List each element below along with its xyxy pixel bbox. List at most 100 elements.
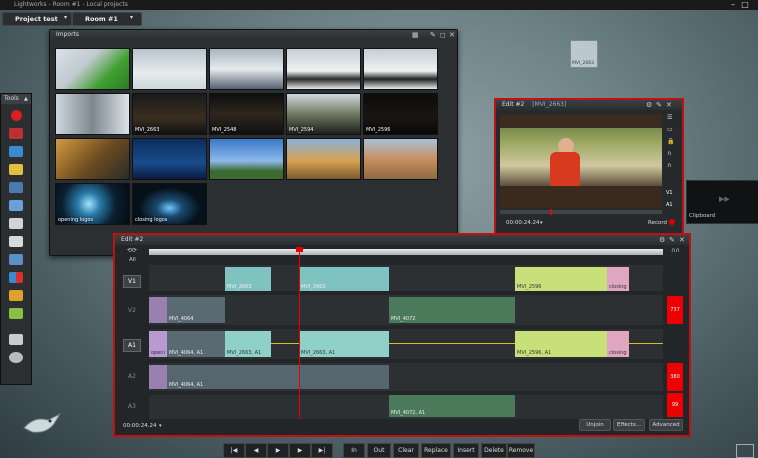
- track-v1-toggle[interactable]: V1: [666, 190, 673, 196]
- track-end-badge-a2[interactable]: 380: [667, 363, 683, 391]
- minimize-icon[interactable]: –: [728, 0, 738, 10]
- timeline-clip[interactable]: MVI_2596: [515, 267, 607, 291]
- insert-button[interactable]: Insert: [453, 443, 479, 458]
- home-tool-icon[interactable]: [9, 334, 23, 345]
- timeline-ruler[interactable]: [149, 249, 663, 255]
- replace-button[interactable]: Replace: [421, 443, 451, 458]
- effects-tool-icon[interactable]: [9, 272, 23, 283]
- zoom-icon[interactable]: ∩∩: [671, 247, 680, 254]
- track-end-badge-v2[interactable]: 737: [667, 296, 683, 324]
- pin-icon[interactable]: ✎: [656, 100, 662, 110]
- lock-icon[interactable]: 🔒: [667, 138, 674, 145]
- timeline-clip[interactable]: MVI_4064, A1: [167, 331, 225, 357]
- viewer-playhead[interactable]: [550, 209, 552, 215]
- clip-thumbnail[interactable]: [286, 138, 361, 180]
- clip-thumbnail[interactable]: MVI_2548: [209, 93, 284, 135]
- mark-in-button[interactable]: In: [343, 443, 365, 458]
- track-header-a2[interactable]: A2: [115, 367, 149, 397]
- timeline-clip[interactable]: MVI_2663: [299, 267, 389, 291]
- monitor-icon[interactable]: ▭: [667, 126, 673, 133]
- track-end-badge-a3[interactable]: 99: [667, 393, 683, 417]
- clip-thumbnail[interactable]: [363, 48, 438, 90]
- folder-tool-icon[interactable]: [9, 164, 23, 175]
- grid-tool-icon[interactable]: [9, 146, 23, 157]
- timeline-clip[interactable]: [149, 365, 167, 389]
- unjoin-button[interactable]: Unjoin: [579, 419, 611, 431]
- maximize-icon[interactable]: □: [740, 0, 750, 10]
- monitor-icon[interactable]: [736, 444, 754, 458]
- chevron-down-icon[interactable]: ▾: [64, 14, 67, 21]
- clip-thumbnail[interactable]: [55, 48, 130, 90]
- effects-button[interactable]: Effects...: [613, 419, 645, 431]
- record-icon[interactable]: [669, 219, 675, 225]
- timeline-clip[interactable]: MVI_4064: [167, 297, 225, 323]
- close-icon[interactable]: ✕: [666, 100, 672, 110]
- clip-thumbnail[interactable]: [209, 138, 284, 180]
- clip-thumbnail[interactable]: [286, 48, 361, 90]
- timeline-clip[interactable]: MVI_2663: [225, 267, 271, 291]
- edit-tool-icon[interactable]: [9, 200, 23, 211]
- timeline-clip[interactable]: MVI_4072, A1: [389, 395, 515, 417]
- stop-tool-icon[interactable]: [9, 128, 23, 139]
- step-back-button[interactable]: ◀: [245, 443, 267, 458]
- timeline-clip[interactable]: MVI_2663, A1: [299, 331, 389, 357]
- timeline-clip[interactable]: MVI_2663, A1: [225, 331, 271, 357]
- pin-icon[interactable]: ✎: [669, 235, 675, 245]
- database-tool-icon[interactable]: [9, 182, 23, 193]
- timeline-clip[interactable]: MVI_4072: [389, 297, 515, 323]
- track-a1-toggle[interactable]: A1: [666, 202, 673, 208]
- timeline-clip[interactable]: MVI_2596, A1: [515, 331, 607, 357]
- timeline-clip[interactable]: [149, 297, 167, 323]
- playhead-handle[interactable]: [296, 247, 303, 252]
- track-header-v2[interactable]: V2: [115, 301, 149, 331]
- document-tool-icon[interactable]: [9, 236, 23, 247]
- clip-thumbnail[interactable]: [209, 48, 284, 90]
- settings-tool-icon[interactable]: [9, 352, 23, 363]
- go-to-start-button[interactable]: |◀: [223, 443, 245, 458]
- desktop-clip[interactable]: MVI_2663: [570, 40, 598, 68]
- track-label-all[interactable]: All: [129, 257, 136, 263]
- clip-thumbnail[interactable]: [55, 138, 130, 180]
- chevron-down-icon[interactable]: ▾: [130, 14, 133, 21]
- clip-thumbnail[interactable]: [132, 48, 207, 90]
- record-label[interactable]: Record: [648, 220, 667, 226]
- delete-button[interactable]: Delete: [481, 443, 507, 458]
- close-icon[interactable]: ✕: [679, 235, 685, 245]
- printer-tool-icon[interactable]: [9, 218, 23, 229]
- audio-tool-icon[interactable]: [9, 290, 23, 301]
- clipboard-panel[interactable]: ▶▶ Clipboard: [686, 180, 758, 224]
- viewer-scrubber[interactable]: [500, 209, 662, 215]
- play-button[interactable]: ▶: [267, 443, 289, 458]
- grid-view-icon[interactable]: ▦: [412, 30, 419, 40]
- clip-thumbnail[interactable]: MVI_2663: [132, 93, 207, 135]
- record-tool-icon[interactable]: [11, 110, 22, 121]
- timeline-clip[interactable]: openi: [149, 331, 167, 357]
- settings-icon[interactable]: ⚙: [659, 235, 665, 245]
- headphones-icon[interactable]: ∩: [667, 162, 671, 169]
- dock-icon[interactable]: ◻: [440, 30, 446, 40]
- table-tool-icon[interactable]: [9, 254, 23, 265]
- clear-button[interactable]: Clear: [393, 443, 419, 458]
- go-to-end-button[interactable]: ▶|: [311, 443, 333, 458]
- timeline-playhead[interactable]: [299, 249, 300, 419]
- clip-thumbnail[interactable]: [363, 138, 438, 180]
- timeline-clip[interactable]: MVI_4064, A1: [167, 365, 389, 389]
- project-button[interactable]: Project test: [2, 12, 72, 26]
- timeline-clip[interactable]: closing: [607, 267, 629, 291]
- settings-icon[interactable]: ⚙: [646, 100, 652, 110]
- close-icon[interactable]: ✕: [449, 30, 455, 40]
- clip-thumbnail[interactable]: opening logos: [55, 183, 130, 225]
- pin-icon[interactable]: ✎: [430, 30, 436, 40]
- undo-redo-icon[interactable]: ⟲⟳: [127, 247, 145, 255]
- mark-out-button[interactable]: Out: [367, 443, 391, 458]
- clip-thumbnail[interactable]: MVI_2594: [286, 93, 361, 135]
- advanced-button[interactable]: Advanced: [649, 419, 683, 431]
- track-header-v1[interactable]: V1: [115, 269, 149, 299]
- chevron-down-icon[interactable]: ▾: [159, 423, 162, 429]
- export-tool-icon[interactable]: [9, 308, 23, 319]
- headphones-icon[interactable]: ∩: [667, 150, 671, 157]
- step-forward-button[interactable]: ▶: [289, 443, 311, 458]
- clip-thumbnail[interactable]: [132, 138, 207, 180]
- remove-button[interactable]: Remove: [507, 443, 535, 458]
- clip-thumbnail[interactable]: MVI_2596: [363, 93, 438, 135]
